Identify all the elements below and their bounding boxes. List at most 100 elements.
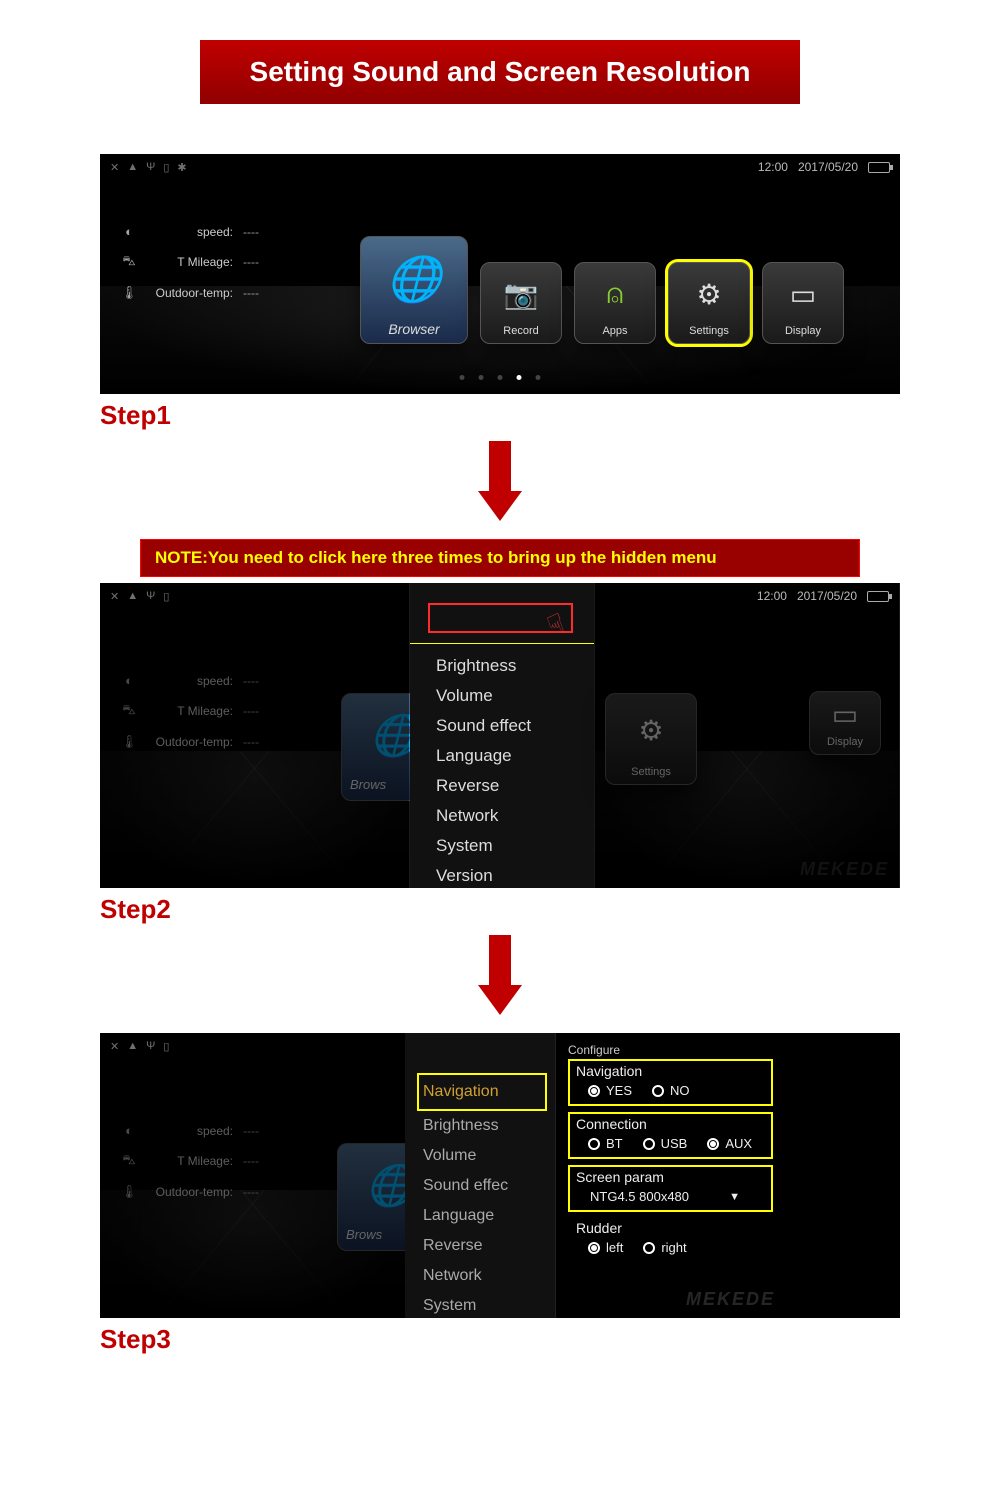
status-bar: ✕ ▲ Ψ ▯ ✱ 12:00 2017/05/20	[100, 154, 900, 180]
sim-icon: ▯	[163, 590, 169, 603]
watermark: MEKEDE	[800, 859, 889, 880]
radio-navigation-no[interactable]: NO	[652, 1083, 690, 1098]
screen-param-dropdown[interactable]: NTG4.5 800x480 ▼	[590, 1189, 740, 1204]
usb-icon: Ψ	[146, 1040, 155, 1052]
status-date: 2017/05/20	[797, 589, 857, 603]
watermark: MEKEDE	[686, 1289, 775, 1310]
radio-navigation-yes[interactable]: YES	[588, 1083, 632, 1098]
tile-browser[interactable]: 🌐 Browser	[360, 236, 468, 344]
wifi-icon: ▲	[127, 590, 138, 602]
radio-dot-icon	[588, 1085, 600, 1097]
info-sidebar: ◐ speed: ---- ⛍ T Mileage: ---- 🌡 Outdoo…	[120, 1123, 259, 1214]
status-time: 12:00	[758, 160, 788, 174]
wifi-icon: ▲	[127, 161, 138, 173]
close-icon[interactable]: ✕	[110, 590, 119, 603]
mileage-value: ----	[243, 255, 259, 269]
radio-dot-icon	[588, 1242, 600, 1254]
status-time: 12:00	[757, 589, 787, 603]
arrow-down-icon	[479, 935, 521, 1015]
close-icon[interactable]: ✕	[110, 161, 119, 174]
radio-dot-icon	[588, 1138, 600, 1150]
mileage-label: T Mileage:	[148, 1154, 233, 1168]
radio-right-label: right	[661, 1240, 686, 1255]
mileage-value: ----	[243, 704, 259, 718]
settings-menu: Brightness Volume Sound effect Language …	[436, 651, 584, 888]
menu-item-sound-effect[interactable]: Sound effect	[436, 711, 584, 741]
status-date: 2017/05/20	[798, 160, 858, 174]
status-bar: ✕ ▲ Ψ ▯	[100, 583, 409, 609]
tile-settings-label: Settings	[689, 325, 729, 337]
menu-item-reverse[interactable]: Reverse	[423, 1231, 547, 1261]
thermometer-icon: 🌡	[120, 734, 138, 750]
menu-item-system[interactable]: System	[423, 1291, 547, 1318]
menu-item-system[interactable]: System	[436, 831, 584, 861]
menu-item-sound-effect[interactable]: Sound effec	[423, 1171, 547, 1201]
note-banner: NOTE:You need to click here three times …	[140, 539, 860, 577]
menu-item-brightness[interactable]: Brightness	[436, 651, 584, 681]
bluetooth-icon: ✱	[177, 161, 186, 174]
close-icon[interactable]: ✕	[110, 1040, 119, 1053]
info-sidebar: ◐ speed: ---- ⛍ T Mileage: ---- 🌡 Outdoo…	[120, 673, 259, 764]
tile-settings[interactable]: ⚙ Settings	[668, 262, 750, 344]
config-rudder: Rudder left right	[568, 1218, 773, 1261]
config-screen-param-heading: Screen param	[576, 1169, 765, 1185]
tile-record[interactable]: 📷 Record	[480, 262, 562, 344]
speed-value: ----	[243, 1124, 259, 1138]
config-screen-param: Screen param NTG4.5 800x480 ▼	[568, 1165, 773, 1212]
page-title: Setting Sound and Screen Resolution	[200, 40, 801, 104]
menu-item-network[interactable]: Network	[436, 801, 584, 831]
battery-icon	[867, 591, 889, 602]
radio-yes-label: YES	[606, 1083, 632, 1098]
radio-dot-icon	[652, 1085, 664, 1097]
car-icon: ⛍	[120, 702, 138, 720]
tile-settings[interactable]: ⚙ Settings	[605, 693, 697, 785]
car-icon: ⛍	[120, 253, 138, 271]
temp-value: ----	[243, 735, 259, 749]
info-sidebar: ◐ speed: ---- ⛍ T Mileage: ---- 🌡 Outdoo…	[120, 224, 259, 315]
menu-item-brightness[interactable]: Brightness	[423, 1111, 547, 1141]
step3-label: Step3	[100, 1324, 171, 1355]
config-connection-heading: Connection	[576, 1116, 765, 1132]
mileage-label: T Mileage:	[148, 255, 233, 269]
speed-value: ----	[243, 225, 259, 239]
tile-settings-label: Settings	[631, 766, 671, 778]
step1-screenshot: ✕ ▲ Ψ ▯ ✱ 12:00 2017/05/20 ◐ speed: ----…	[100, 154, 900, 394]
temp-label: Outdoor-temp:	[148, 1185, 233, 1199]
temp-value: ----	[243, 1185, 259, 1199]
tile-display[interactable]: ▭ Display	[762, 262, 844, 344]
menu-item-network[interactable]: Network	[423, 1261, 547, 1291]
radio-rudder-right[interactable]: right	[643, 1240, 686, 1255]
tile-apps[interactable]: ⍝ Apps	[574, 262, 656, 344]
speed-icon: ◐	[120, 673, 138, 688]
tile-record-label: Record	[503, 325, 538, 337]
menu-item-reverse[interactable]: Reverse	[436, 771, 584, 801]
config-rudder-heading: Rudder	[576, 1220, 767, 1236]
menu-item-volume[interactable]: Volume	[436, 681, 584, 711]
speed-label: speed:	[148, 225, 233, 239]
car-icon: ⛍	[120, 1152, 138, 1170]
menu-item-language[interactable]: Language	[436, 741, 584, 771]
menu-item-volume[interactable]: Volume	[423, 1141, 547, 1171]
menu-item-version[interactable]: Version	[436, 861, 584, 888]
config-navigation: Navigation YES NO	[568, 1059, 773, 1106]
radio-connection-usb[interactable]: USB	[643, 1136, 688, 1151]
step2-label: Step2	[100, 894, 171, 925]
radio-usb-label: USB	[661, 1136, 688, 1151]
screen-param-value: NTG4.5 800x480	[590, 1189, 689, 1204]
speed-icon: ◐	[120, 224, 138, 239]
tile-display[interactable]: ▭ Display	[809, 691, 881, 755]
tile-apps-label: Apps	[602, 325, 627, 337]
radio-connection-aux[interactable]: AUX	[707, 1136, 752, 1151]
radio-connection-bt[interactable]: BT	[588, 1136, 623, 1151]
speed-label: speed:	[148, 1124, 233, 1138]
camera-icon: 📷	[504, 263, 539, 325]
radio-aux-label: AUX	[725, 1136, 752, 1151]
tile-display-label: Display	[785, 325, 821, 337]
radio-rudder-left[interactable]: left	[588, 1240, 623, 1255]
speed-value: ----	[243, 674, 259, 688]
menu-item-navigation[interactable]: Navigation	[417, 1073, 547, 1111]
menu-item-language[interactable]: Language	[423, 1201, 547, 1231]
chevron-down-icon: ▼	[729, 1191, 740, 1203]
page-indicator[interactable]	[460, 375, 541, 380]
mileage-value: ----	[243, 1154, 259, 1168]
